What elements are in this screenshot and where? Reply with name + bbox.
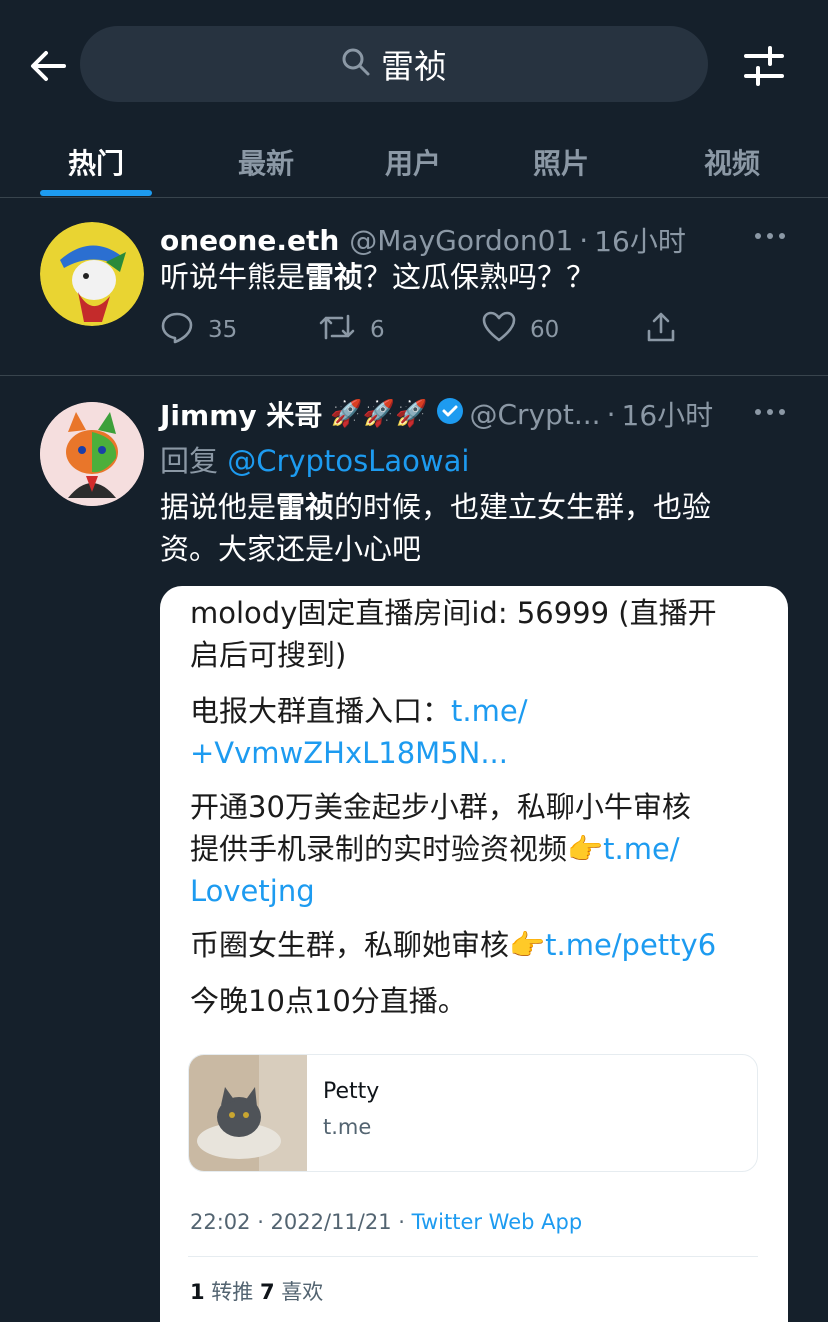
search-input[interactable]: 雷祯 (80, 26, 708, 102)
share-button[interactable] (646, 310, 676, 350)
search-highlight: 雷祯 (305, 260, 364, 294)
separator-dot: · (606, 397, 616, 431)
embedded-link: t.me/ (451, 694, 528, 728)
tab-latest[interactable]: 最新 (210, 128, 322, 196)
divider (188, 1256, 758, 1257)
link-preview-card: Petty t.me (188, 1054, 758, 1172)
filter-settings-icon[interactable] (740, 44, 788, 88)
tab-videos[interactable]: 视频 (676, 128, 788, 196)
more-options-icon[interactable] (752, 226, 788, 246)
embedded-line: 启后可搜到) (190, 638, 347, 672)
rocket-emoji: 🚀🚀🚀 (330, 399, 428, 429)
cat-thumbnail (189, 1055, 307, 1171)
search-icon (341, 47, 371, 81)
embedded-line: +VvmwZHxL18M5N... (190, 732, 508, 774)
reply-mention-link[interactable]: @CryptosLaowai (227, 444, 469, 478)
embedded-line: 电报大群直播入口：t.me/ (190, 694, 528, 728)
avatar[interactable] (40, 402, 144, 506)
reply-count: 35 (208, 317, 238, 343)
embedded-line: 币圈女生群，私聊她审核👉t.me/petty6 (190, 928, 717, 962)
link-title: Petty (323, 1079, 380, 1104)
embedded-line: Lovetjng (190, 870, 315, 912)
retweet-count: 6 (370, 317, 385, 343)
tweet-text: 据说他是雷祯的时候，也建立女生群，也验 资。大家还是小心吧 (160, 490, 712, 566)
embedded-link: Lovetjng (190, 874, 315, 908)
embedded-line: molody固定直播房间id: 56999 (直播开 (190, 596, 717, 630)
share-icon (646, 311, 676, 349)
embedded-line: 提供手机录制的实时验资视频👉t.me/ (190, 832, 680, 866)
embedded-line: 开通30万美金起步小群，私聊小牛审核 (190, 790, 691, 824)
back-arrow-icon[interactable] (26, 44, 70, 88)
embedded-stats: 1 转推 7 喜欢 (190, 1280, 324, 1304)
tweet[interactable]: Jimmy 米哥 🚀🚀🚀 @Crypt... · 16小时 回复 @Crypto… (0, 376, 828, 1322)
search-query: 雷祯 (381, 47, 447, 86)
verified-badge-icon (436, 397, 464, 432)
embedded-link: t.me/ (603, 832, 680, 866)
embedded-line: 今晚10点10分直播。 (190, 984, 467, 1018)
tab-top[interactable]: 热门 (40, 128, 152, 196)
embedded-link: t.me/petty6 (545, 928, 717, 962)
separator-dot: · (579, 223, 589, 257)
more-options-icon[interactable] (752, 402, 788, 422)
tab-photos[interactable]: 照片 (505, 128, 617, 196)
tweet-actions: 35 6 60 (160, 310, 700, 350)
retweet-button[interactable]: 6 (318, 310, 385, 350)
embedded-link: +VvmwZHxL18M5N... (190, 736, 508, 770)
tweet-time[interactable]: 16小时 (622, 394, 714, 434)
author-handle[interactable]: @MayGordon01 (349, 224, 573, 257)
author-handle[interactable]: @Crypt... (470, 398, 601, 431)
tab-people[interactable]: 用户 (357, 128, 469, 196)
author-name[interactable]: oneone.eth (160, 224, 339, 257)
top-bar: 雷祯 (0, 0, 828, 128)
avatar[interactable] (40, 222, 144, 326)
heart-icon (482, 311, 516, 349)
like-count: 60 (530, 317, 560, 343)
tweet-time[interactable]: 16小时 (594, 220, 686, 260)
active-tab-indicator (40, 190, 152, 196)
source-app: Twitter Web App (411, 1210, 583, 1234)
link-domain: t.me (323, 1115, 372, 1139)
reply-button[interactable]: 35 (160, 310, 237, 350)
tweet[interactable]: oneone.eth @MayGordon01 · 16小时 听说牛熊是雷祯？这… (0, 198, 828, 376)
retweet-icon (318, 310, 356, 350)
search-tabs: 热门 最新 用户 照片 视频 (0, 128, 828, 198)
like-button[interactable]: 60 (482, 310, 559, 350)
author-name[interactable]: Jimmy 米哥 (160, 394, 322, 434)
tweet-text: 听说牛熊是雷祯？这瓜保熟吗？？ (160, 260, 596, 294)
replying-to: 回复 @CryptosLaowai (160, 444, 470, 478)
reply-icon (160, 310, 194, 350)
embedded-screenshot[interactable]: molody固定直播房间id: 56999 (直播开 启后可搜到) 电报大群直播… (160, 586, 788, 1322)
search-highlight: 雷祯 (276, 490, 335, 524)
embedded-meta: 22:02 · 2022/11/21 · Twitter Web App (190, 1210, 583, 1234)
